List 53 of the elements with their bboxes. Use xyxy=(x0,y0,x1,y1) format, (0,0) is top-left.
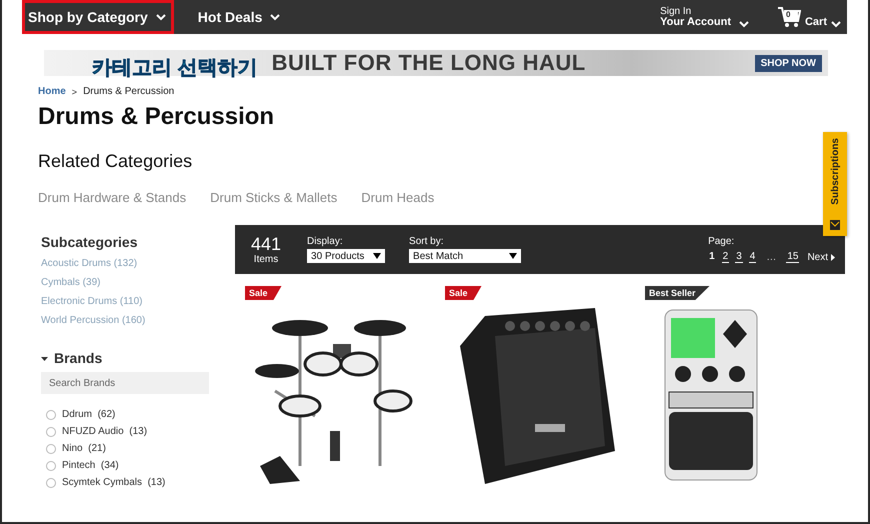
subscriptions-tab[interactable]: Subscriptions xyxy=(823,132,847,236)
brand-option[interactable]: NFUZD Audio (13) xyxy=(62,426,148,437)
chevron-down-icon xyxy=(156,14,166,20)
chevron-down-icon xyxy=(270,14,280,20)
breadcrumb-separator: > xyxy=(72,86,78,96)
page-link[interactable]: 1 xyxy=(708,251,716,263)
brand-option[interactable]: Ddrum (62) xyxy=(62,409,116,420)
product-badge: Sale xyxy=(445,286,482,300)
page-link[interactable]: 4 xyxy=(748,251,756,263)
page-link[interactable]: 3 xyxy=(735,251,743,263)
item-count-label: Items xyxy=(254,254,278,264)
chevron-down-icon xyxy=(738,21,749,28)
page-link[interactable]: 15 xyxy=(786,251,800,263)
radio-button[interactable] xyxy=(46,444,56,454)
shop-now-button[interactable]: SHOP NOW xyxy=(754,54,822,72)
display-label: Display: xyxy=(307,236,344,247)
chevron-down-icon xyxy=(831,21,841,28)
brand-option[interactable]: Scymtek Cymbals (13) xyxy=(62,477,166,488)
ad-banner[interactable]: 카테고리 선택하기 BUILT FOR THE LONG HAUL SHOP NOW xyxy=(44,50,828,76)
radio-button[interactable] xyxy=(46,410,56,420)
nav-menu-button[interactable]: Hot Deals xyxy=(192,0,288,34)
item-count: 441 xyxy=(251,234,282,254)
nav-menu-button[interactable]: Shop by Category xyxy=(22,0,174,34)
banner-headline: BUILT FOR THE LONG HAUL xyxy=(272,50,586,76)
caret-icon xyxy=(373,253,382,259)
page-title: Drums & Percussion xyxy=(38,103,276,131)
sidebar-heading: Brands xyxy=(54,350,102,366)
brand-search-field[interactable]: Search Brands xyxy=(41,372,209,394)
product-badge: Sale xyxy=(245,286,282,300)
sort-dropdown[interactable]: Best Match xyxy=(409,249,522,263)
radio-button[interactable] xyxy=(46,460,56,470)
page-label: Page: xyxy=(708,236,736,247)
page-ellipsis: … xyxy=(766,252,776,262)
cart-count: 0 xyxy=(786,10,790,19)
next-page-link[interactable]: Next xyxy=(807,252,835,262)
brand-option[interactable]: Nino (21) xyxy=(62,443,106,454)
sidebar-heading: Subcategories xyxy=(41,234,138,250)
product-badge: Best Seller xyxy=(645,286,710,300)
envelope-icon xyxy=(830,220,840,230)
page-link[interactable]: 2 xyxy=(722,251,730,263)
caret-icon xyxy=(509,253,518,259)
cart-icon xyxy=(776,6,801,28)
radio-button[interactable] xyxy=(46,478,56,488)
display-dropdown[interactable]: 30 Products xyxy=(307,249,386,263)
sort-label: Sort by: xyxy=(409,236,445,247)
triangle-right-icon xyxy=(831,254,835,260)
account-menu-button[interactable]: Sign In Your Account xyxy=(660,6,749,28)
brand-option[interactable]: Pintech (34) xyxy=(62,460,119,471)
radio-button[interactable] xyxy=(46,426,56,436)
breadcrumb-current: Drums & Percussion xyxy=(83,86,174,97)
cart-button[interactable]: 0 Cart xyxy=(776,6,841,28)
collapse-triangle-icon[interactable] xyxy=(41,354,48,362)
breadcrumb-link[interactable]: Home xyxy=(38,86,66,97)
